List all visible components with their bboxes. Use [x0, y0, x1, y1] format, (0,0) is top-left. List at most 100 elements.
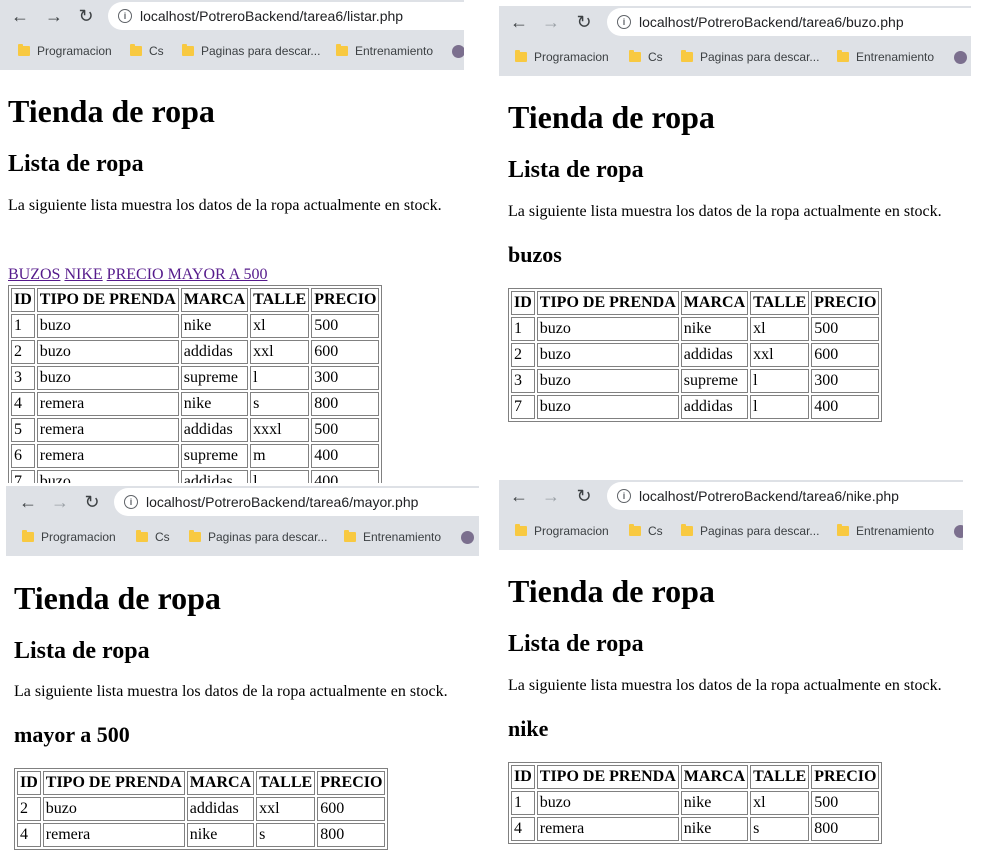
back-arrow-icon[interactable]: ←	[16, 490, 40, 514]
reload-icon[interactable]: ↻	[572, 10, 596, 34]
bookmark-label: Cs	[648, 524, 663, 538]
table-row: 4 remera nike s 800	[11, 392, 380, 416]
folder-icon	[344, 530, 356, 542]
forward-arrow-icon[interactable]: →	[48, 490, 72, 514]
bookmark-entrenamiento[interactable]: Entrenamiento	[344, 530, 441, 544]
bookmark-cs[interactable]: Cs	[136, 530, 170, 544]
cell-marca: addidas	[180, 340, 249, 364]
bookmark-paginas[interactable]: Paginas para descar...	[182, 44, 320, 58]
bookmark-cs[interactable]: Cs	[629, 50, 663, 64]
bookmark-label: Entrenamiento	[856, 50, 935, 64]
bookmark-programacion[interactable]: Programacion	[22, 530, 116, 544]
bookmarks-bar: Programacion Cs Paginas para descar... E…	[6, 524, 479, 552]
cell-tipo: remera	[36, 392, 179, 416]
cell-tipo: buzo	[36, 470, 179, 483]
cell-id: 1	[11, 314, 35, 338]
info-icon[interactable]: i	[617, 15, 631, 29]
col-id: ID	[11, 288, 35, 312]
link-nike[interactable]: NIKE	[64, 266, 102, 283]
bookmark-programacion[interactable]: Programacion	[515, 524, 609, 538]
table-body: 1 buzo nike xl 500 4 remera nike s 800	[511, 791, 880, 841]
col-talle: TALLE	[750, 291, 810, 315]
cell-tipo: buzo	[36, 340, 179, 364]
col-marca: MARCA	[186, 771, 255, 795]
back-arrow-icon[interactable]: ←	[8, 4, 32, 28]
navigation-bar: ← → ↻ i localhost/PotreroBackend/tarea6/…	[499, 6, 971, 40]
navigation-bar: ← → ↻ i localhost/PotreroBackend/tarea6/…	[499, 480, 963, 514]
cell-marca: nike	[680, 791, 749, 815]
bookmark-entrenamiento[interactable]: Entrenamiento	[336, 44, 433, 58]
bookmark-label: Cs	[149, 44, 164, 58]
bookmark-label: Programacion	[534, 50, 609, 64]
bookmark-paginas[interactable]: Paginas para descar...	[681, 524, 819, 538]
col-precio: PRECIO	[811, 765, 880, 789]
reload-icon[interactable]: ↻	[74, 4, 98, 28]
browser-chrome: ← → ↻ i localhost/PotreroBackend/tarea6/…	[6, 486, 479, 556]
page-content: Tienda de ropa Lista de ropa La siguient…	[6, 556, 479, 853]
forward-arrow-icon[interactable]: →	[42, 4, 66, 28]
cell-marca: addidas	[680, 395, 749, 419]
cell-id: 2	[511, 343, 535, 367]
cell-talle: xxxl	[250, 418, 310, 442]
forward-arrow-icon[interactable]: →	[539, 10, 563, 34]
bookmark-programacion[interactable]: Programacion	[18, 44, 112, 58]
cell-precio: 600	[317, 797, 386, 821]
url-text: localhost/PotreroBackend/tarea6/listar.p…	[140, 8, 404, 24]
cell-talle: s	[750, 817, 810, 841]
cell-tipo: remera	[42, 823, 185, 847]
info-icon[interactable]: i	[617, 489, 631, 503]
table-row: 7 buzo addidas l 400	[511, 395, 880, 419]
page-description: La siguiente lista muestra los datos de …	[8, 197, 442, 214]
cell-precio: 400	[811, 395, 880, 419]
cell-id: 2	[11, 340, 35, 364]
cell-id: 1	[511, 317, 535, 341]
table-row: 1 buzo nike xl 500	[11, 314, 380, 338]
cell-precio: 300	[311, 366, 380, 390]
address-bar[interactable]: i localhost/PotreroBackend/tarea6/nike.p…	[607, 482, 963, 510]
bookmark-entrenamiento[interactable]: Entrenamiento	[837, 524, 934, 538]
page-subtitle: Lista de ropa	[8, 151, 144, 177]
extension-icon[interactable]	[954, 51, 967, 64]
bookmark-programacion[interactable]: Programacion	[515, 50, 609, 64]
folder-icon	[629, 524, 641, 536]
link-buzos[interactable]: BUZOS	[8, 266, 60, 283]
link-precio-mayor[interactable]: PRECIO MAYOR A 500	[107, 266, 268, 283]
col-tipo: TIPO DE PRENDA	[36, 288, 179, 312]
extension-icon[interactable]	[461, 531, 474, 544]
bookmark-entrenamiento[interactable]: Entrenamiento	[837, 50, 934, 64]
clothes-table: ID TIPO DE PRENDA MARCA TALLE PRECIO 2 bu…	[14, 768, 389, 850]
back-arrow-icon[interactable]: ←	[507, 10, 531, 34]
cell-id: 1	[511, 791, 535, 815]
folder-icon	[629, 50, 641, 62]
info-icon[interactable]: i	[118, 9, 132, 23]
cell-talle: l	[250, 470, 310, 483]
cell-precio: 500	[811, 317, 880, 341]
address-bar[interactable]: i localhost/PotreroBackend/tarea6/mayor.…	[114, 488, 479, 516]
page-description: La siguiente lista muestra los datos de …	[508, 203, 942, 220]
bookmark-paginas[interactable]: Paginas para descar...	[681, 50, 819, 64]
reload-icon[interactable]: ↻	[80, 490, 104, 514]
page-title: Tienda de ropa	[14, 580, 221, 616]
page-subtitle: Lista de ropa	[508, 631, 644, 657]
forward-arrow-icon[interactable]: →	[539, 484, 563, 508]
cell-precio: 400	[311, 470, 380, 483]
bookmark-cs[interactable]: Cs	[130, 44, 164, 58]
col-talle: TALLE	[250, 288, 310, 312]
bookmarks-bar: Programacion Cs Paginas para descar... E…	[499, 44, 971, 72]
bookmark-cs[interactable]: Cs	[629, 524, 663, 538]
address-bar[interactable]: i localhost/PotreroBackend/tarea6/buzo.p…	[607, 8, 971, 36]
info-icon[interactable]: i	[124, 495, 138, 509]
cell-tipo: remera	[36, 418, 179, 442]
browser-chrome: ← → ↻ i localhost/PotreroBackend/tarea6/…	[499, 6, 971, 76]
address-bar[interactable]: i localhost/PotreroBackend/tarea6/listar…	[108, 2, 464, 30]
back-arrow-icon[interactable]: ←	[507, 484, 531, 508]
bookmark-label: Entrenamiento	[363, 530, 442, 544]
bookmark-paginas[interactable]: Paginas para descar...	[189, 530, 327, 544]
table-body: 1 buzo nike xl 500 2 buzo addidas xxl 600 3 buzo sup…	[11, 314, 380, 483]
cell-talle: l	[250, 366, 310, 390]
extension-icon[interactable]	[954, 525, 963, 538]
cell-tipo: buzo	[36, 314, 179, 338]
table-row: 3 buzo supreme l 300	[511, 369, 880, 393]
extension-icon[interactable]	[452, 45, 464, 58]
reload-icon[interactable]: ↻	[572, 484, 596, 508]
